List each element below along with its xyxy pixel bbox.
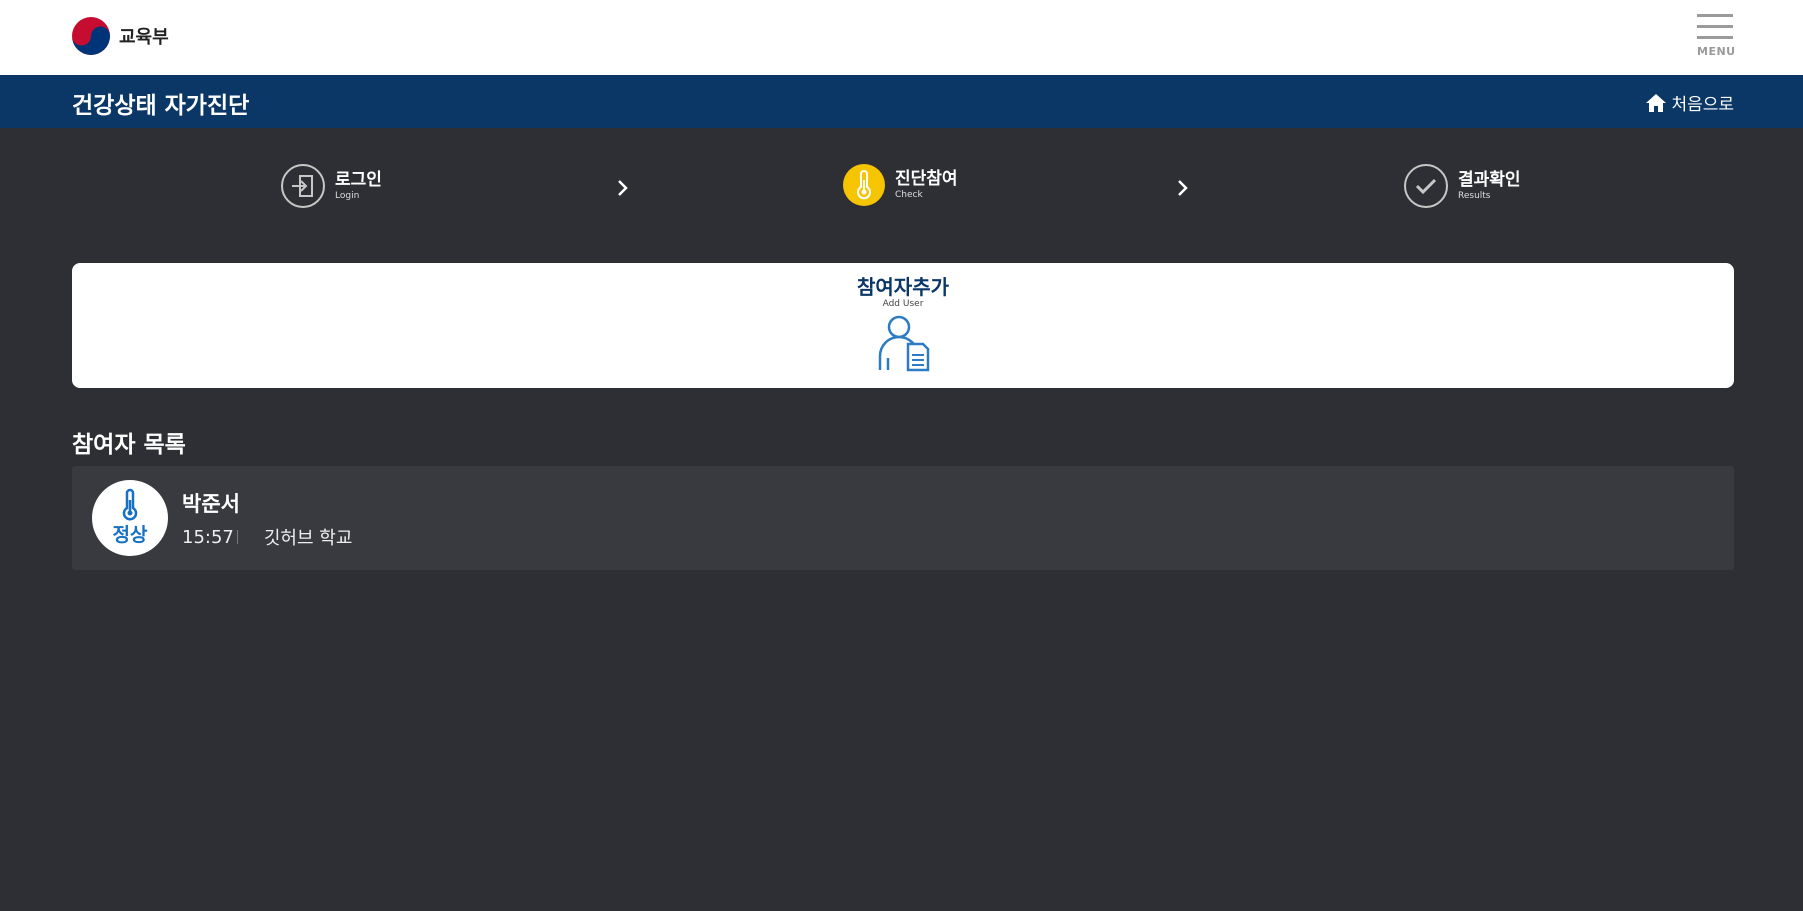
step-sublabel: Check xyxy=(895,190,923,200)
step-label: 결과확인 xyxy=(1458,170,1521,190)
login-icon xyxy=(281,164,325,208)
check-icon xyxy=(1404,164,1448,208)
menu-label: MENU xyxy=(1697,45,1736,58)
thermometer-icon xyxy=(122,488,138,521)
participant-row[interactable]: 정상 박준서 15:57 깃허브 학교 xyxy=(72,466,1734,570)
home-label: 처음으로 xyxy=(1671,95,1734,115)
participant-list-title: 참여자 목록 xyxy=(72,432,186,458)
chevron-right-icon xyxy=(1178,180,1188,196)
add-user-subtitle: Add User xyxy=(882,299,924,309)
step-login: 로그인 Login xyxy=(281,164,382,208)
add-user-title: 참여자추가 xyxy=(857,275,949,299)
status-text: 정상 xyxy=(112,524,148,546)
progress-steps: 로그인 Login 진단참여 Check 결과확인 Results xyxy=(0,128,1803,243)
title-bar: 건강상태 자가진단 처음으로 xyxy=(0,75,1803,128)
step-sublabel: Results xyxy=(1458,191,1491,201)
home-icon xyxy=(1646,93,1667,112)
user-document-icon xyxy=(878,315,930,372)
hamburger-icon xyxy=(1697,14,1733,17)
home-button[interactable]: 처음으로 xyxy=(1645,90,1734,115)
menu-button[interactable]: MENU xyxy=(1697,14,1736,58)
hamburger-icon-bar xyxy=(1697,36,1733,39)
step-label: 진단참여 xyxy=(895,169,958,189)
hamburger-icon-bar xyxy=(1697,25,1733,28)
step-sublabel: Login xyxy=(335,191,360,201)
step-results: 결과확인 Results xyxy=(1404,164,1521,208)
chevron-right-icon xyxy=(618,180,628,196)
ministry-logo[interactable]: 교육부 xyxy=(71,16,169,56)
participant-time: 15:57 xyxy=(182,526,234,548)
top-header: 교육부 MENU xyxy=(0,0,1803,75)
status-badge: 정상 xyxy=(92,480,168,556)
page-title: 건강상태 자가진단 xyxy=(72,93,250,119)
participant-school: 깃허브 학교 xyxy=(263,528,353,549)
step-label: 로그인 xyxy=(335,170,382,190)
add-user-button[interactable]: 참여자추가 Add User xyxy=(72,263,1734,388)
participant-name: 박준서 xyxy=(182,492,240,516)
divider xyxy=(236,530,238,544)
taegeuk-logo-icon xyxy=(72,17,110,55)
step-check: 진단참여 Check xyxy=(843,164,958,206)
logo-text: 교육부 xyxy=(119,27,169,48)
thermometer-icon xyxy=(843,164,885,206)
